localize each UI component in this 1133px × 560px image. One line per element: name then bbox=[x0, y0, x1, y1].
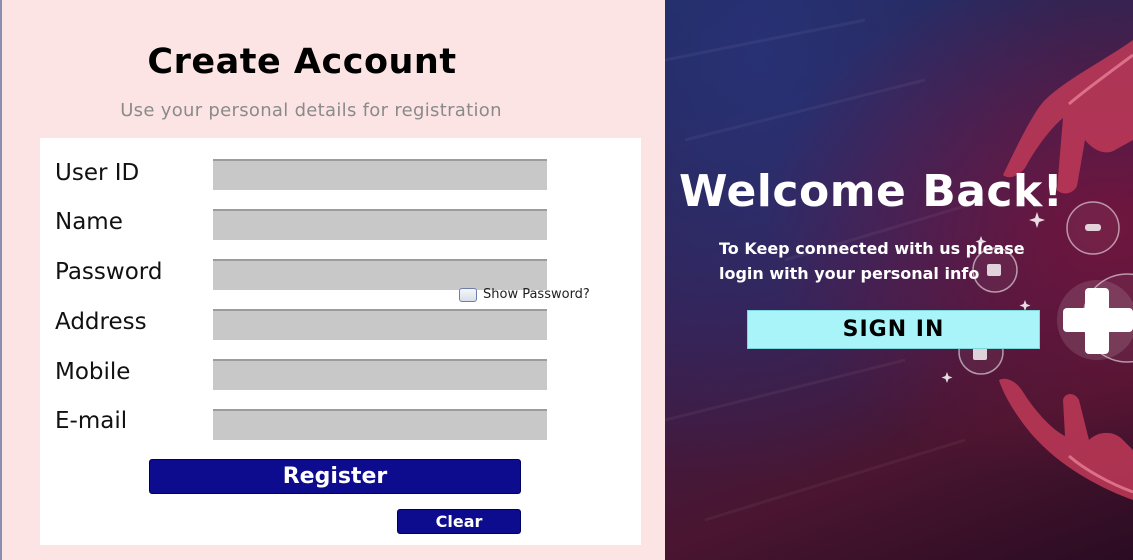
lower-hand-illustration bbox=[999, 378, 1133, 500]
glowing-plus-icon bbox=[1057, 280, 1133, 360]
show-password-label: Show Password? bbox=[483, 287, 590, 302]
tagline-line-2: login with your personal info bbox=[719, 264, 980, 283]
name-input[interactable] bbox=[213, 209, 547, 240]
password-label: Password bbox=[55, 259, 163, 285]
name-label: Name bbox=[55, 209, 123, 235]
address-input[interactable] bbox=[213, 309, 547, 340]
register-button[interactable]: Register bbox=[149, 459, 521, 494]
show-password-checkbox[interactable] bbox=[459, 287, 477, 302]
clear-button[interactable]: Clear bbox=[397, 509, 521, 534]
welcome-tagline: To Keep connected with us please login w… bbox=[719, 236, 1119, 286]
sign-in-button[interactable]: SIGN IN bbox=[747, 310, 1040, 349]
address-label: Address bbox=[55, 309, 147, 335]
registration-form: User ID Name Password Show Password? Add… bbox=[40, 138, 641, 545]
page-title: Create Account bbox=[147, 42, 457, 82]
mobile-label: Mobile bbox=[55, 359, 131, 385]
tagline-line-1: To Keep connected with us please bbox=[719, 239, 1025, 258]
app-window: Create Account Use your personal details… bbox=[0, 0, 1133, 560]
welcome-panel: Welcome Back! To Keep connected with us … bbox=[665, 0, 1133, 560]
email-label: E-mail bbox=[55, 408, 128, 434]
mobile-input[interactable] bbox=[213, 359, 547, 390]
registration-panel: Create Account Use your personal details… bbox=[0, 0, 665, 560]
email-input[interactable] bbox=[213, 409, 547, 440]
welcome-title: Welcome Back! bbox=[679, 166, 1064, 217]
password-input[interactable] bbox=[213, 259, 547, 290]
user-id-label: User ID bbox=[55, 160, 140, 186]
user-id-input[interactable] bbox=[213, 159, 547, 190]
show-password-toggle[interactable]: Show Password? bbox=[459, 287, 590, 302]
page-subtitle: Use your personal details for registrati… bbox=[120, 100, 502, 121]
